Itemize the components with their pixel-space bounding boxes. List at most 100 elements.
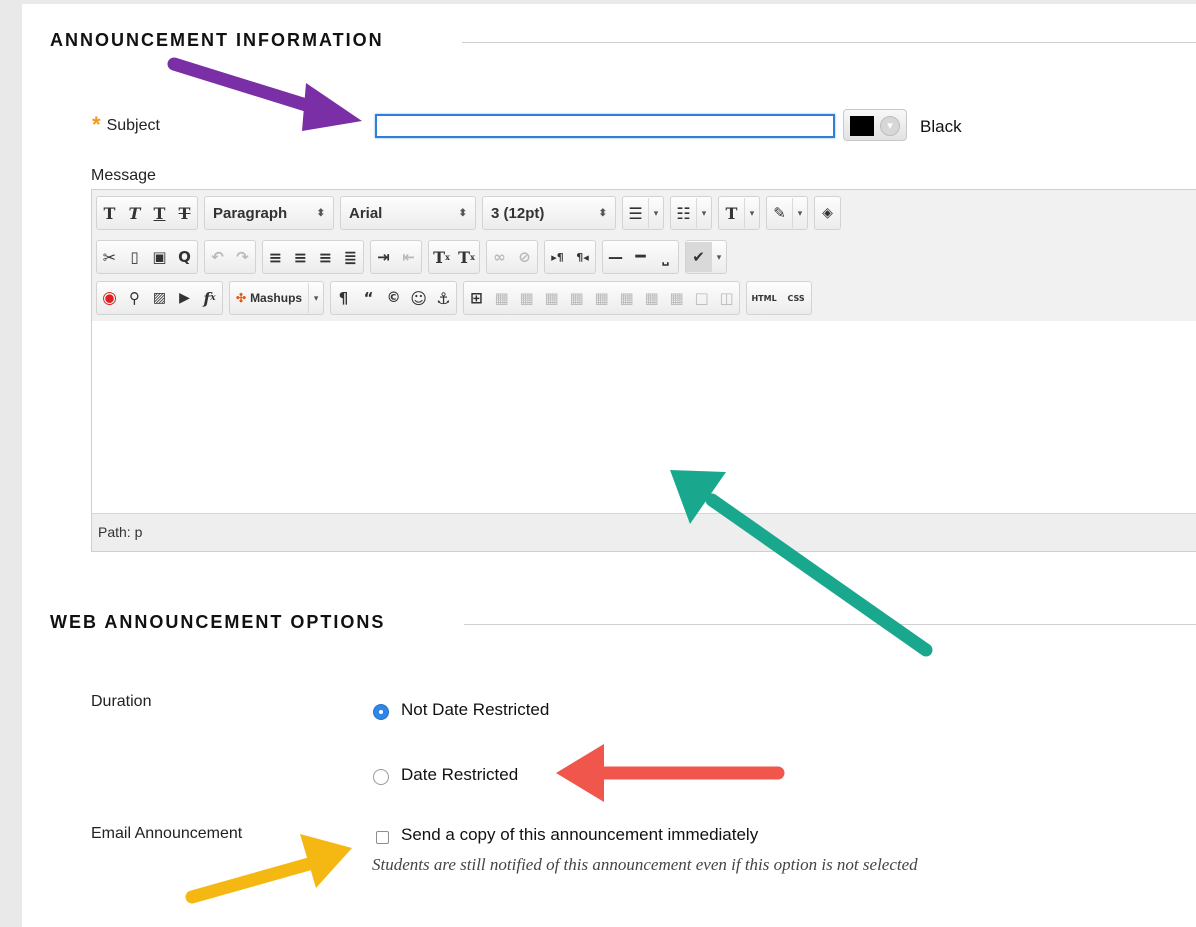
paste-icon[interactable]: ▣ <box>147 242 172 272</box>
script-group: Tx Tx <box>428 240 480 274</box>
subject-label: * Subject <box>92 110 160 137</box>
table-props-icon[interactable]: ▦ <box>489 283 514 313</box>
date-restricted-label[interactable]: Date Restricted <box>401 765 518 785</box>
emoticon-icon[interactable]: ☺ <box>406 283 431 313</box>
delete-row-icon[interactable]: ▦ <box>564 283 589 313</box>
text-style-group: T T T T <box>96 196 198 230</box>
unlink-icon[interactable]: ⊘ <box>512 242 537 272</box>
indent-icon[interactable]: ⇥ <box>371 242 396 272</box>
subscript-icon[interactable]: Tx <box>454 242 479 272</box>
font-size-select[interactable]: 3 (12pt) ⬍ <box>482 196 616 230</box>
cell-props-icon[interactable]: ◫ <box>714 283 739 313</box>
clipboard-group: ✂ ▯ ▣ Q <box>96 240 198 274</box>
radio-date-restricted[interactable] <box>373 769 389 785</box>
align-right-icon[interactable]: ≡ <box>313 242 338 272</box>
web-announcement-options-heading: WEB ANNOUNCEMENT OPTIONS <box>50 612 386 632</box>
row-after-icon[interactable]: ▦ <box>539 283 564 313</box>
text-color-icon[interactable]: T <box>719 198 744 228</box>
cut-icon[interactable]: ✂ <box>97 242 122 272</box>
blockquote-icon[interactable]: “ <box>356 283 381 313</box>
rtl-icon[interactable]: ¶◂ <box>570 242 595 272</box>
chevron-down-icon[interactable]: ▾ <box>711 242 726 272</box>
copyright-icon[interactable]: © <box>381 283 406 313</box>
toolbar-row-3: ◉ ⚲ ▨ ▶ fx ✣ Mashups ▾ ¶ “ © ☺ ⚓ ⊞ ▦ ▦ ▦… <box>96 279 818 317</box>
horizontal-line-icon[interactable]: — <box>603 242 628 272</box>
bold-icon[interactable]: T <box>97 198 122 228</box>
announcement-information-heading: ANNOUNCEMENT INFORMATION <box>50 30 384 50</box>
copy-icon[interactable]: ▯ <box>122 242 147 272</box>
section-divider <box>464 624 1196 625</box>
redo-icon[interactable]: ↷ <box>230 242 255 272</box>
math-formula-icon[interactable]: fx <box>197 283 222 313</box>
radio-not-date-restricted[interactable] <box>373 704 389 720</box>
chevron-down-icon[interactable]: ▾ <box>648 198 663 228</box>
delete-col-icon[interactable]: ▦ <box>639 283 664 313</box>
email-copy-checkbox[interactable] <box>376 831 389 844</box>
undo-icon[interactable]: ↶ <box>205 242 230 272</box>
css-button[interactable]: CSS <box>781 283 811 313</box>
strikethrough-icon[interactable]: T <box>172 198 197 228</box>
italic-icon[interactable]: T <box>122 198 147 228</box>
highlighter-icon[interactable]: ✎ <box>767 198 792 228</box>
select-arrows-icon: ⬍ <box>598 207 607 219</box>
anchor-icon[interactable]: ⚓ <box>431 283 456 313</box>
subject-label-text: Subject <box>106 117 160 134</box>
chevron-down-icon[interactable]: ▾ <box>792 198 807 228</box>
align-left-icon[interactable]: ≡ <box>263 242 288 272</box>
outdent-icon[interactable]: ⇤ <box>396 242 421 272</box>
select-arrows-icon: ⬍ <box>316 207 325 219</box>
path-value[interactable]: p <box>135 524 143 540</box>
col-after-icon[interactable]: ▦ <box>614 283 639 313</box>
not-date-restricted-label[interactable]: Not Date Restricted <box>401 700 549 720</box>
chevron-down-icon[interactable]: ▾ <box>696 198 711 228</box>
attachment-icon[interactable]: ⚲ <box>122 283 147 313</box>
align-center-icon[interactable]: ≡ <box>288 242 313 272</box>
align-justify-icon[interactable]: ≣ <box>338 242 363 272</box>
bullet-list-icon[interactable]: ☰ <box>623 198 648 228</box>
underline-icon[interactable]: T <box>147 198 172 228</box>
font-family-select-value: Arial <box>349 204 383 222</box>
direction-group: ▸¶ ¶◂ <box>544 240 596 274</box>
spellcheck-group: ✔ ▾ <box>685 240 727 274</box>
image-icon[interactable]: ▨ <box>147 283 172 313</box>
html-source-button[interactable]: HTML <box>747 283 781 313</box>
email-hint: Students are still notified of this anno… <box>372 855 918 874</box>
email-announcement-label: Email Announcement <box>91 825 243 842</box>
toolbar-row-1: T T T T Paragraph ⬍ Arial ⬍ 3 (12pt) ⬍ ☰ ▾ … <box>96 194 847 232</box>
mashups-dropdown[interactable]: ✣ Mashups ▾ <box>229 281 325 315</box>
message-editor: T T T T Paragraph ⬍ Arial ⬍ 3 (12pt) ⬍ ☰ ▾ … <box>91 189 1196 552</box>
spellcheck-icon[interactable]: ✔ <box>686 242 711 272</box>
insert-table-icon[interactable]: ⊞ <box>464 283 489 313</box>
merge-cells-icon[interactable]: □ <box>689 283 714 313</box>
thick-line-icon[interactable]: ━ <box>628 242 653 272</box>
media-icon[interactable]: ▶ <box>172 283 197 313</box>
color-swatch <box>850 116 874 136</box>
eraser-group: ◈ <box>814 196 841 230</box>
youtube-icon[interactable]: ◉ <box>97 283 122 313</box>
email-copy-label[interactable]: Send a copy of this announcement immedia… <box>401 825 758 845</box>
rule-group: — ━ ⎵ <box>602 240 679 274</box>
indent-group: ⇥ ⇤ <box>370 240 422 274</box>
subject-input[interactable] <box>375 114 835 138</box>
eraser-icon[interactable]: ◈ <box>815 198 840 228</box>
paragraph-select[interactable]: Paragraph ⬍ <box>204 196 334 230</box>
paragraph-mark-icon[interactable]: ¶ <box>331 283 356 313</box>
row-before-icon[interactable]: ▦ <box>514 283 539 313</box>
table-group: ⊞ ▦ ▦ ▦ ▦ ▦ ▦ ▦ ▦ □ ◫ <box>463 281 741 315</box>
split-cells-icon[interactable]: ▦ <box>664 283 689 313</box>
select-arrows-icon: ⬍ <box>458 207 467 219</box>
numbered-list-icon[interactable]: ☷ <box>671 198 696 228</box>
find-icon[interactable]: Q <box>172 242 197 272</box>
link-group: ∞ ⊘ <box>486 240 538 274</box>
nonbreaking-space-icon[interactable]: ⎵ <box>653 242 678 272</box>
ltr-icon[interactable]: ▸¶ <box>545 242 570 272</box>
superscript-icon[interactable]: Tx <box>429 242 454 272</box>
text-color-picker[interactable]: ▾ <box>843 109 907 141</box>
bullet-list-group: ☰ ▾ <box>622 196 664 230</box>
font-family-select[interactable]: Arial ⬍ <box>340 196 476 230</box>
message-body[interactable] <box>92 321 1196 514</box>
link-icon[interactable]: ∞ <box>487 242 512 272</box>
chevron-down-icon[interactable]: ▾ <box>308 283 323 313</box>
chevron-down-icon[interactable]: ▾ <box>744 198 759 228</box>
col-before-icon[interactable]: ▦ <box>589 283 614 313</box>
